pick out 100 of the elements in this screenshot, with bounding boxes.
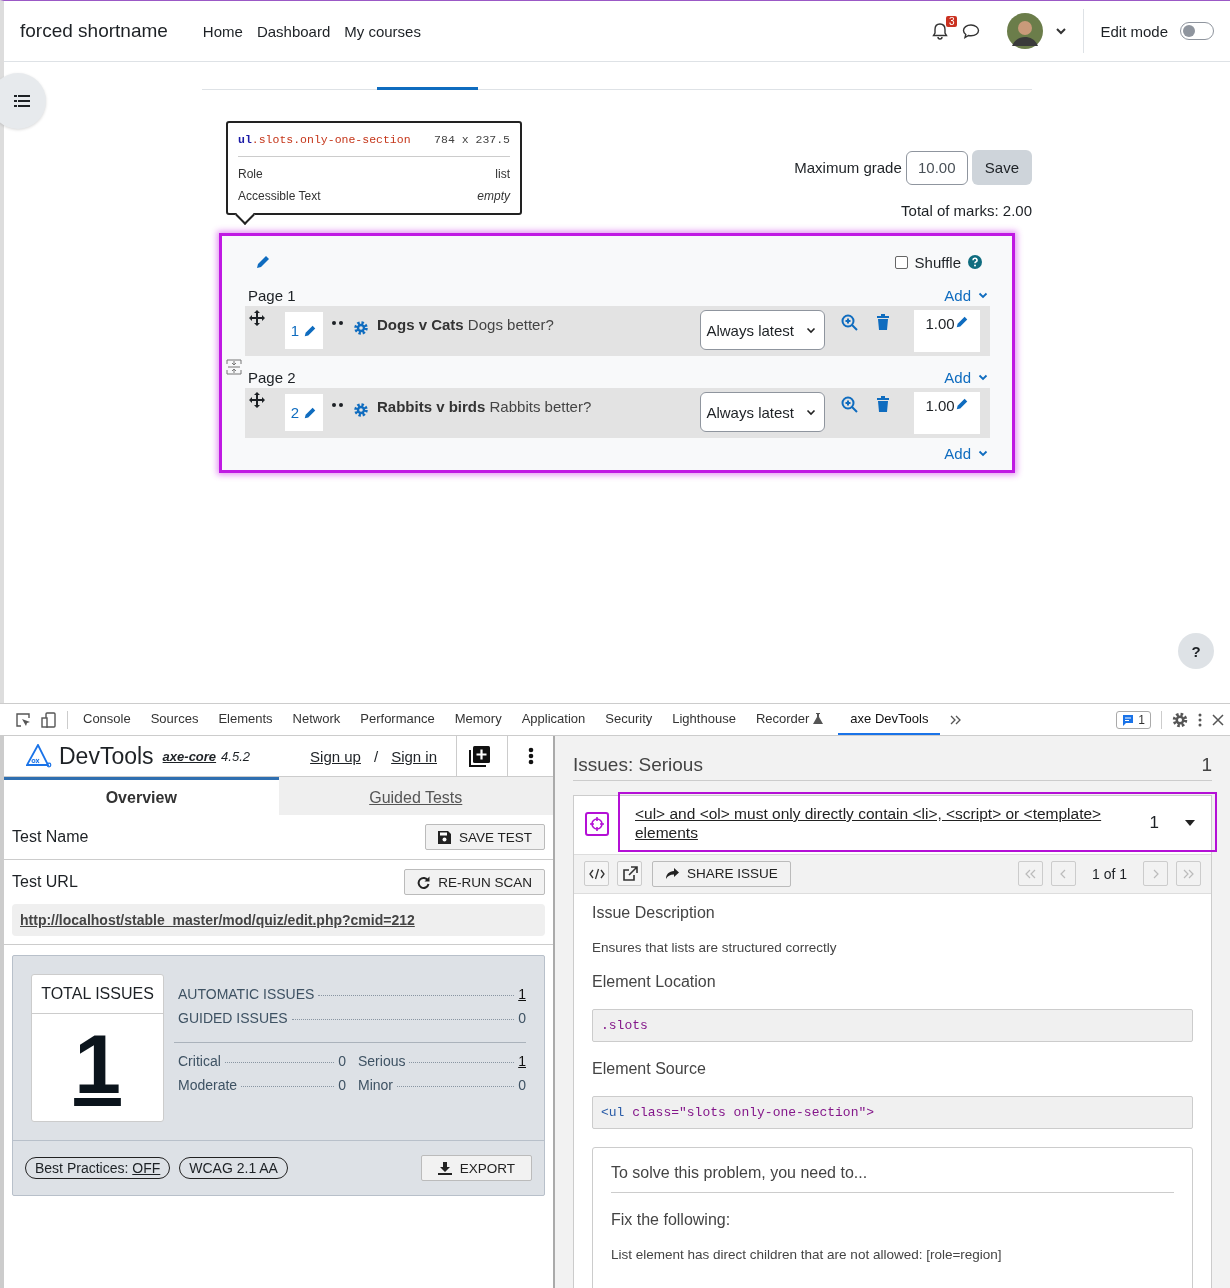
chevron-down-icon <box>978 449 988 457</box>
trash-icon[interactable] <box>876 314 890 330</box>
save-button[interactable]: Save <box>971 150 1032 185</box>
user-avatar[interactable] <box>1007 13 1044 49</box>
edit-mode-toggle[interactable] <box>1180 22 1214 40</box>
rerun-scan-button[interactable]: RE-RUN SCAN <box>404 869 545 895</box>
open-external-button[interactable] <box>617 861 642 887</box>
save-test-button[interactable]: SAVE TEST <box>424 824 545 850</box>
site-name[interactable]: forced shortname <box>20 20 168 42</box>
caret-icon[interactable] <box>1055 27 1068 35</box>
dropdown-caret-icon[interactable] <box>1185 820 1195 827</box>
issue-type-label: AUTOMATIC ISSUES <box>178 986 315 1002</box>
devtools-tab[interactable]: Performance <box>355 704 440 735</box>
drawer-toggle-button[interactable] <box>0 73 46 129</box>
issue-title-link[interactable]: <ul> and <ol> must only directly contain <li>, <script> or <template> elements <box>635 804 1136 843</box>
pager-text: 1 of 1 <box>1091 865 1127 882</box>
bell-icon[interactable] <box>931 22 950 40</box>
move-icon[interactable] <box>249 310 265 326</box>
gear-icon[interactable] <box>353 320 369 336</box>
question-number[interactable]: 1 <box>285 312 323 349</box>
dots-icon <box>331 320 345 326</box>
section-heading: Issue Description <box>592 903 716 922</box>
sign-up-link[interactable]: Sign up <box>310 747 361 765</box>
device-icon[interactable] <box>41 711 57 728</box>
double-chevron-right-icon <box>1182 868 1195 879</box>
devtools-tab[interactable]: Lighthouse <box>667 704 741 735</box>
severity-label: Serious <box>358 1053 406 1069</box>
devtools-tab[interactable]: Recorder <box>750 704 829 735</box>
trash-icon[interactable] <box>876 396 890 412</box>
gear-icon[interactable] <box>353 402 369 418</box>
highlight-target-button[interactable] <box>585 811 609 836</box>
severity-count: 0 <box>338 1053 346 1069</box>
devtools-tab[interactable]: Sources <box>145 704 204 735</box>
kebab-menu-icon[interactable] <box>1198 712 1202 727</box>
version-select[interactable]: Always latest <box>700 310 825 350</box>
add-menu-link[interactable]: Add <box>944 286 990 304</box>
help-button[interactable]: ? <box>1178 633 1214 669</box>
element-selector: ul.slots.only-one-section <box>238 133 411 146</box>
chat-icon[interactable] <box>961 22 982 40</box>
code-view-button[interactable] <box>584 861 609 887</box>
issue-count: 0 <box>518 1010 526 1026</box>
move-icon[interactable] <box>249 392 265 408</box>
severity-count: 0 <box>518 1077 526 1093</box>
element-source-code: <ul class="slots only-one-section"> <box>592 1095 1193 1129</box>
issues-badge[interactable]: 1 <box>1116 710 1151 729</box>
list-icon <box>14 94 30 108</box>
issue-type-label: GUIDED ISSUES <box>178 1010 288 1026</box>
axe-core-link[interactable]: axe-core <box>162 748 217 764</box>
question-title[interactable]: Dogs v Cats Dogs better? <box>377 316 693 333</box>
chevron-down-icon <box>806 408 816 416</box>
issue-count[interactable]: 1 <box>518 986 526 1002</box>
pencil-icon <box>954 315 969 329</box>
refresh-icon <box>417 875 431 889</box>
nav-link[interactable]: My courses <box>344 22 421 40</box>
code-icon <box>588 867 605 880</box>
version-text: 4.5.2 <box>221 748 250 764</box>
severity-label: Minor <box>358 1077 393 1093</box>
devtools-tab[interactable]: Application <box>516 704 591 735</box>
property-label: Accessible Text <box>238 189 321 203</box>
question-number[interactable]: 2 <box>285 394 323 431</box>
close-icon[interactable] <box>1212 713 1224 726</box>
pencil-icon[interactable] <box>255 254 271 270</box>
zoom-in-icon[interactable] <box>841 396 858 413</box>
panel-tab[interactable]: Overview <box>4 777 279 815</box>
shuffle-label: Shuffle <box>914 253 961 271</box>
edit-mode-label: Edit mode <box>1100 22 1168 40</box>
dots-icon <box>331 402 345 408</box>
devtools-tab[interactable]: Memory <box>449 704 507 735</box>
zoom-in-icon[interactable] <box>841 314 858 331</box>
issues-heading: Issues: Serious <box>573 754 703 776</box>
nav-link[interactable]: Home <box>202 22 243 40</box>
help-icon[interactable] <box>968 255 982 269</box>
page-heading: Page 2 <box>248 368 296 386</box>
severity-label: Moderate <box>178 1077 238 1093</box>
export-button[interactable]: EXPORT <box>420 1155 532 1181</box>
page-break-icon[interactable] <box>226 359 242 375</box>
sign-in-link[interactable]: Sign in <box>391 747 437 765</box>
devtools-tab[interactable]: Security <box>600 704 658 735</box>
more-tabs-icon[interactable] <box>950 714 963 725</box>
question-title[interactable]: Rabbits v birds Rabbits better? <box>377 398 693 415</box>
version-select[interactable]: Always latest <box>700 392 825 432</box>
property-label: Role <box>238 167 263 181</box>
severity-count[interactable]: 1 <box>518 1053 526 1069</box>
maximum-grade-field[interactable]: 10.00 <box>905 150 968 185</box>
settings-icon[interactable] <box>1172 711 1188 728</box>
panel-tab[interactable]: Guided Tests <box>278 777 553 815</box>
share-issue-button[interactable]: SHARE ISSUE <box>652 860 791 887</box>
chevron-left-icon <box>1059 868 1068 879</box>
question-mark[interactable]: 1.00 <box>914 310 980 352</box>
message-icon <box>1122 713 1135 726</box>
inspect-icon[interactable] <box>15 711 31 728</box>
devtools-tab[interactable]: Network <box>287 704 346 735</box>
add-menu-link[interactable]: Add <box>944 368 990 386</box>
add-menu-link[interactable]: Add <box>944 444 990 462</box>
total-issues-count[interactable]: 1 <box>74 1022 121 1106</box>
shuffle-checkbox[interactable] <box>894 255 908 269</box>
nav-link[interactable]: Dashboard <box>256 22 331 40</box>
question-mark[interactable]: 1.00 <box>914 392 980 434</box>
devtools-tab[interactable]: Console <box>78 704 136 735</box>
devtools-tab[interactable]: Elements <box>213 704 278 735</box>
